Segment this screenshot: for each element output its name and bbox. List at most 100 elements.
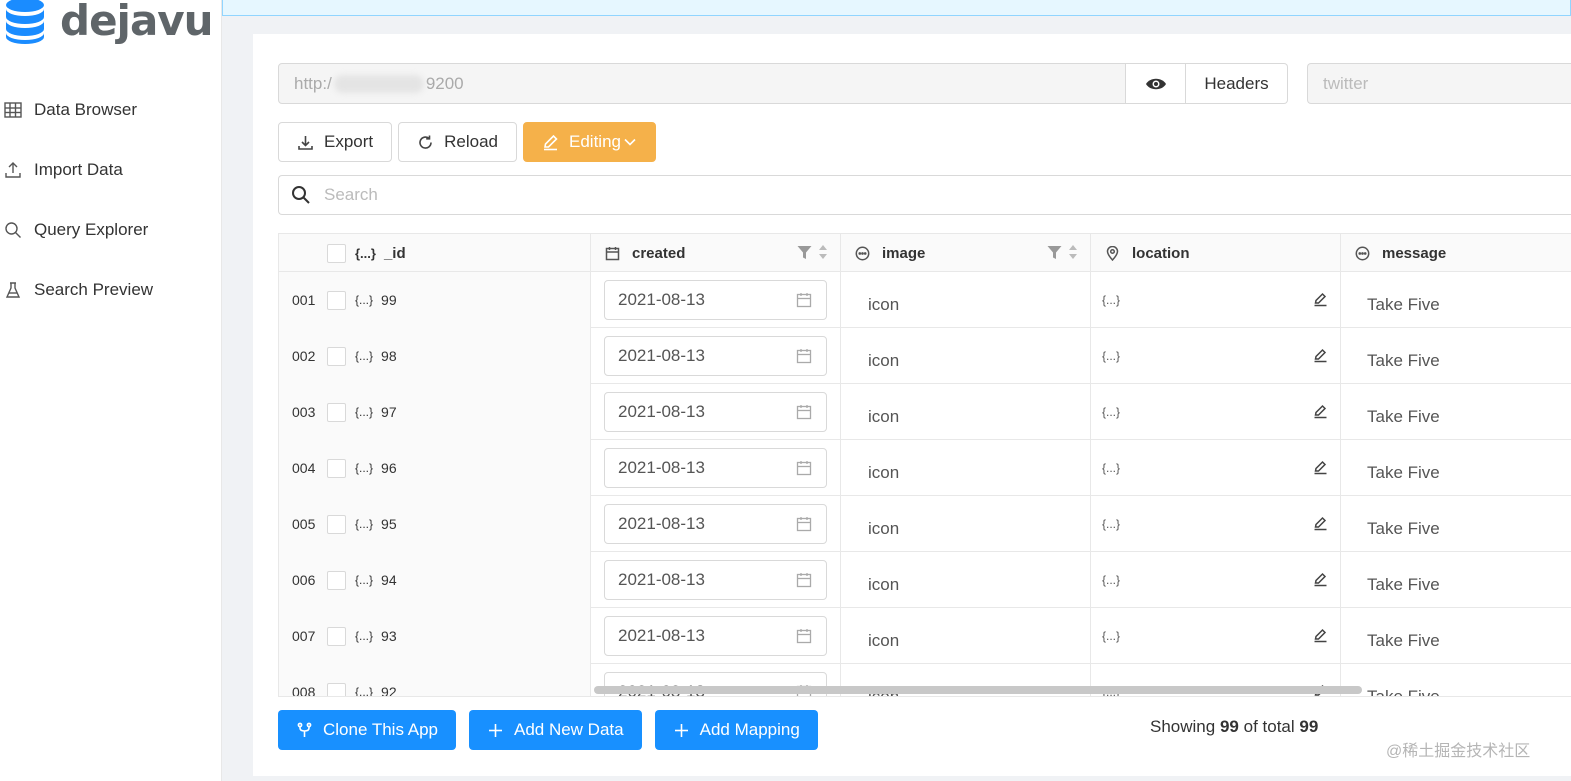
url-input[interactable]: http:/ 9200 xyxy=(278,63,1126,104)
image-cell[interactable]: icon xyxy=(841,272,1091,328)
message-cell[interactable]: Take Five xyxy=(1341,552,1571,608)
url-suffix: 9200 xyxy=(425,73,464,93)
image-cell[interactable]: icon xyxy=(841,384,1091,440)
message-cell[interactable]: Take Five xyxy=(1341,664,1571,697)
horizontal-scrollbar[interactable] xyxy=(594,686,1362,694)
chevron-down-icon xyxy=(624,138,636,146)
select-all-checkbox[interactable] xyxy=(327,243,346,263)
edit-icon[interactable] xyxy=(1313,572,1328,587)
filter-icon[interactable] xyxy=(1047,245,1062,260)
location-value: {...} xyxy=(1102,629,1121,643)
eye-icon xyxy=(1145,78,1166,89)
edit-icon[interactable] xyxy=(1313,460,1328,475)
date-picker[interactable]: 2021-08-13 xyxy=(604,504,827,544)
date-value: 2021-08-13 xyxy=(618,626,705,645)
app-name: dejavu xyxy=(60,0,214,45)
date-picker[interactable]: 2021-08-13 xyxy=(604,280,827,320)
row-checkbox[interactable] xyxy=(327,514,346,534)
table-row[interactable]: 005 {...} 95 2021-08-13 icon {...} Take Five xyxy=(279,496,1571,552)
reload-button[interactable]: Reload xyxy=(398,122,518,162)
message-cell[interactable]: Take Five xyxy=(1341,272,1571,328)
message-value: Take Five xyxy=(1367,687,1440,697)
message-cell[interactable]: Take Five xyxy=(1341,608,1571,664)
location-cell[interactable]: {...} xyxy=(1091,384,1341,440)
add-new-data-button[interactable]: Add New Data xyxy=(468,710,642,750)
sidebar-item-query-explorer[interactable]: Query Explorer xyxy=(0,200,222,260)
message-cell[interactable]: Take Five xyxy=(1341,384,1571,440)
toggle-visibility-button[interactable] xyxy=(1126,63,1186,104)
location-cell[interactable]: {...} xyxy=(1091,328,1341,384)
table-row[interactable]: 003 {...} 97 2021-08-13 icon {...} Take Five xyxy=(279,384,1571,440)
column-header-image[interactable]: image xyxy=(841,234,1091,272)
row-checkbox[interactable] xyxy=(327,402,346,422)
location-cell[interactable]: {...} xyxy=(1091,608,1341,664)
row-checkbox[interactable] xyxy=(327,290,346,310)
object-prefix: {...} xyxy=(355,573,374,587)
editing-dropdown-button[interactable]: Editing xyxy=(523,122,656,162)
sidebar-item-search-preview[interactable]: Search Preview xyxy=(0,260,222,320)
location-value: {...} xyxy=(1102,461,1121,475)
sidebar-item-data-browser[interactable]: Data Browser xyxy=(0,80,222,140)
date-value: 2021-08-13 xyxy=(618,290,705,309)
edit-icon[interactable] xyxy=(1313,516,1328,531)
location-cell[interactable]: {...} xyxy=(1091,272,1341,328)
table-row[interactable]: 006 {...} 94 2021-08-13 icon {...} Take Five xyxy=(279,552,1571,608)
column-label: image xyxy=(882,244,926,262)
date-picker[interactable]: 2021-08-13 xyxy=(604,392,827,432)
headers-button[interactable]: Headers xyxy=(1186,63,1288,104)
sidebar-item-import-data[interactable]: Import Data xyxy=(0,140,222,200)
app-logo[interactable]: dejavu xyxy=(4,0,214,50)
image-cell[interactable]: icon xyxy=(841,496,1091,552)
location-cell[interactable]: {...} xyxy=(1091,440,1341,496)
search-input[interactable]: Search xyxy=(278,175,1571,215)
index-input[interactable]: twitter xyxy=(1307,63,1571,104)
message-cell[interactable]: Take Five xyxy=(1341,496,1571,552)
filter-icon[interactable] xyxy=(797,245,812,260)
sort-icon[interactable] xyxy=(1068,244,1078,260)
image-cell[interactable]: icon xyxy=(841,608,1091,664)
image-cell[interactable]: icon xyxy=(841,440,1091,496)
result-count: Showing 99 of total 99 xyxy=(1150,717,1318,737)
plus-icon xyxy=(488,723,502,737)
message-cell[interactable]: Take Five xyxy=(1341,328,1571,384)
edit-icon[interactable] xyxy=(1313,348,1328,363)
column-header-id[interactable]: {...} _id xyxy=(279,234,591,272)
id-cell: 004 {...} 96 xyxy=(279,440,591,496)
image-cell[interactable]: icon xyxy=(841,328,1091,384)
image-value: icon xyxy=(868,351,900,370)
table-row[interactable]: 004 {...} 96 2021-08-13 icon {...} Take Five xyxy=(279,440,1571,496)
search-icon xyxy=(5,222,21,238)
message-cell[interactable]: Take Five xyxy=(1341,440,1571,496)
sort-icon[interactable] xyxy=(818,244,828,260)
object-prefix: {...} xyxy=(355,629,374,643)
column-header-location[interactable]: location xyxy=(1091,234,1341,272)
location-cell[interactable]: {...} xyxy=(1091,552,1341,608)
clone-app-button[interactable]: Clone This App xyxy=(278,710,456,750)
edit-icon[interactable] xyxy=(1313,404,1328,419)
row-checkbox[interactable] xyxy=(327,570,346,590)
export-button[interactable]: Export xyxy=(278,122,393,162)
table-row[interactable]: 002 {...} 98 2021-08-13 icon {...} Take Five xyxy=(279,328,1571,384)
edit-icon[interactable] xyxy=(1313,628,1328,643)
date-picker[interactable]: 2021-08-13 xyxy=(604,560,827,600)
data-table: {...} _id created image location message… xyxy=(278,233,1571,697)
calendar-icon xyxy=(796,573,812,588)
id-cell: 007 {...} 93 xyxy=(279,608,591,664)
row-checkbox[interactable] xyxy=(327,346,346,366)
add-mapping-button[interactable]: Add Mapping xyxy=(654,710,818,750)
row-checkbox[interactable] xyxy=(327,682,346,696)
column-header-message[interactable]: message xyxy=(1341,234,1571,272)
date-picker[interactable]: 2021-08-13 xyxy=(604,448,827,488)
date-picker[interactable]: 2021-08-13 xyxy=(604,616,827,656)
add-mapping-label: Add Mapping xyxy=(699,720,800,739)
column-header-created[interactable]: created xyxy=(591,234,841,272)
table-row[interactable]: 007 {...} 93 2021-08-13 icon {...} Take Five xyxy=(279,608,1571,664)
row-checkbox[interactable] xyxy=(327,626,346,646)
date-picker[interactable]: 2021-08-13 xyxy=(604,336,827,376)
row-checkbox[interactable] xyxy=(327,458,346,478)
table-row[interactable]: 001 {...} 99 2021-08-13 icon {...} Take Five xyxy=(279,272,1571,328)
edit-icon[interactable] xyxy=(1313,292,1328,307)
table-icon xyxy=(4,102,22,118)
location-cell[interactable]: {...} xyxy=(1091,496,1341,552)
image-cell[interactable]: icon xyxy=(841,552,1091,608)
